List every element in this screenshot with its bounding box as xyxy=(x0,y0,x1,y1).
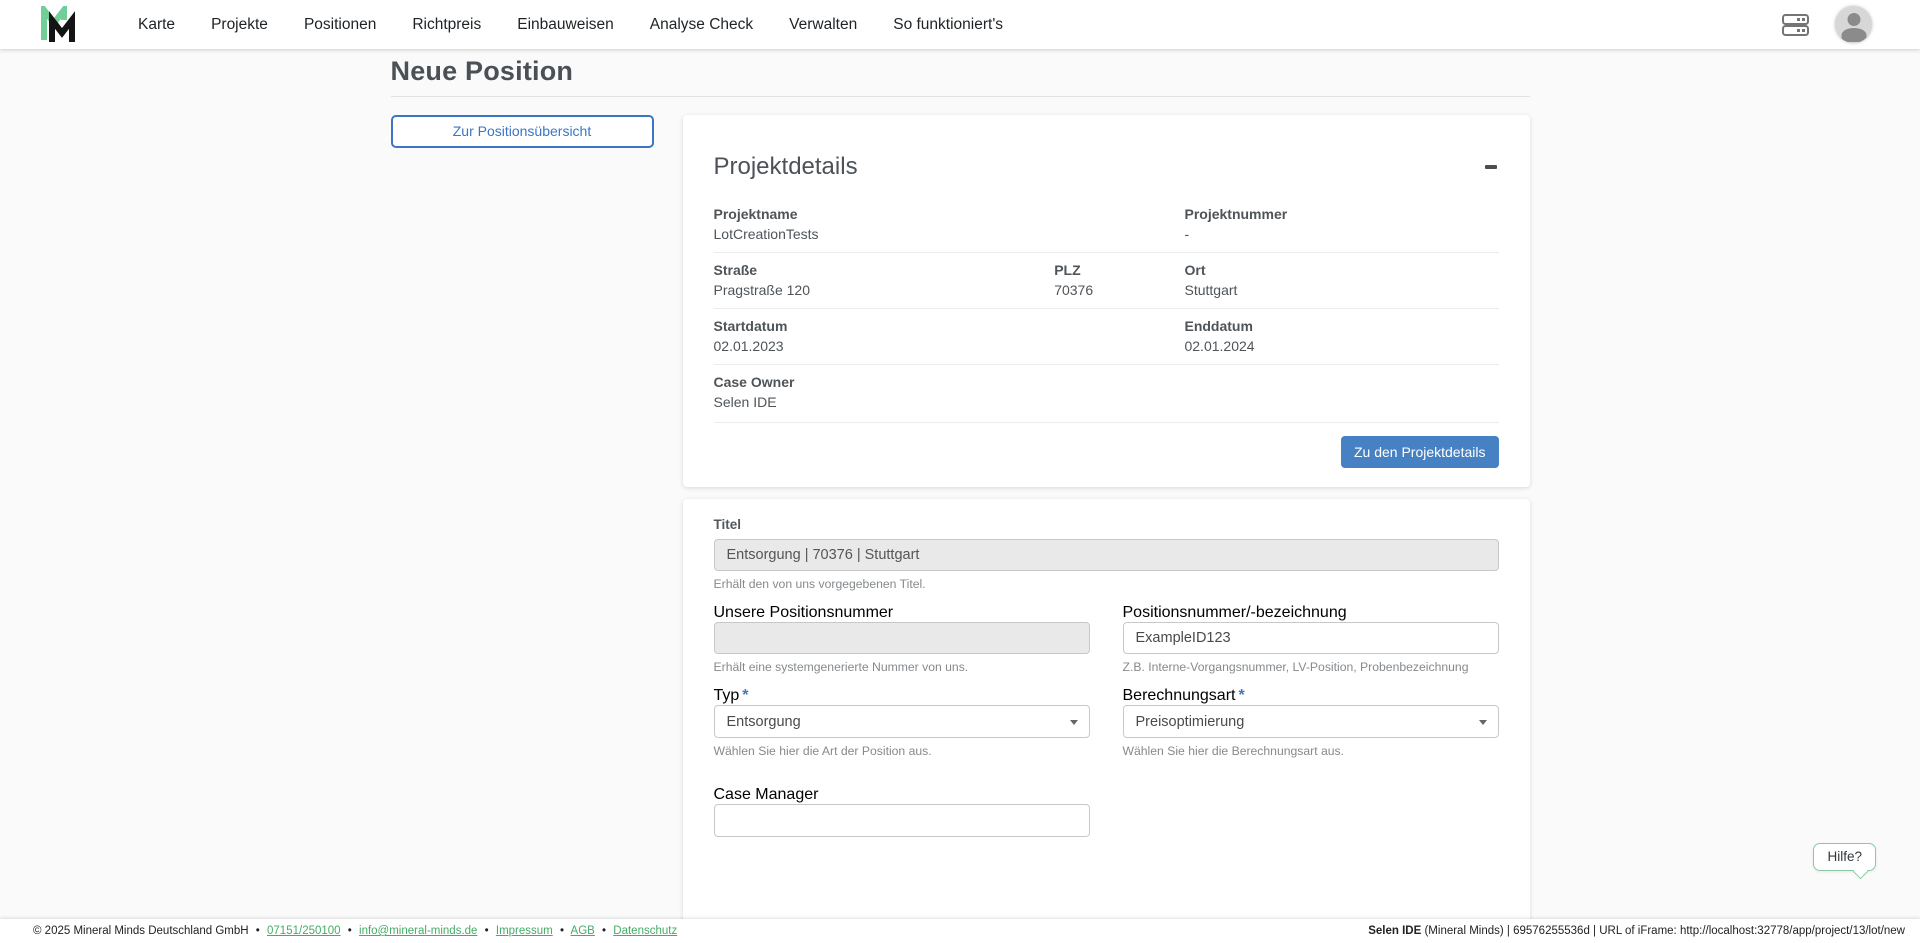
go-to-project-details-button[interactable]: Zu den Projektdetails xyxy=(1341,436,1499,468)
collapse-card-button[interactable] xyxy=(1483,159,1499,175)
project-row-dates: Startdatum 02.01.2023 Enddatum 02.01.202… xyxy=(714,308,1499,364)
startdatum-value: 02.01.2023 xyxy=(714,338,1185,354)
footer-link-datenschutz[interactable]: Datenschutz xyxy=(613,925,677,937)
back-to-positions-button[interactable]: Zur Positionsübersicht xyxy=(391,115,654,148)
required-asterisk: * xyxy=(1238,687,1244,704)
projektnummer-value: - xyxy=(1184,226,1498,242)
titel-field-group: Titel Erhält den von uns vorgegebenen Ti… xyxy=(714,517,1499,591)
case-owner-value: Selen IDE xyxy=(714,394,1499,410)
session-user: Selen IDE xyxy=(1368,925,1421,937)
plz-label: PLZ xyxy=(1054,262,1184,278)
page-title: Neue Position xyxy=(391,56,1530,97)
footer-link-impressum[interactable]: Impressum xyxy=(496,925,553,937)
startdatum-label: Startdatum xyxy=(714,318,1185,334)
footer-link-phone[interactable]: 07151/250100 xyxy=(267,925,341,937)
projektname-label: Projektname xyxy=(714,206,1185,222)
nav-item-richtpreis[interactable]: Richtpreis xyxy=(412,16,481,34)
typ-group: Typ* Entsorgung Wählen Sie hier die Art … xyxy=(714,687,1090,771)
footer-link-agb[interactable]: AGB xyxy=(571,925,595,937)
position-number-group: Positionsnummer/-bezeichnung Z.B. Intern… xyxy=(1123,604,1499,687)
minus-icon xyxy=(1485,165,1497,169)
typ-select[interactable]: Entsorgung xyxy=(714,705,1090,738)
ort-value: Stuttgart xyxy=(1184,282,1498,298)
strasse-value: Pragstraße 120 xyxy=(714,282,1055,298)
new-position-form-card: Titel Erhält den von uns vorgegebenen Ti… xyxy=(683,499,1530,939)
project-row-address: Straße Pragstraße 120 PLZ 70376 Ort Stut… xyxy=(714,252,1499,308)
berechnungsart-help: Wählen Sie hier die Berechnungsart aus. xyxy=(1123,744,1499,758)
case-manager-label: Case Manager xyxy=(714,786,1090,804)
nav-item-projekte[interactable]: Projekte xyxy=(211,16,268,34)
required-asterisk: * xyxy=(742,687,748,704)
project-details-title: Projektdetails xyxy=(714,153,858,181)
server-stack-icon[interactable] xyxy=(1782,14,1809,36)
nav-item-so-funktionierts[interactable]: So funktioniert's xyxy=(893,16,1003,34)
copyright-text: © 2025 Mineral Minds Deutschland GmbH xyxy=(33,925,249,937)
field-strasse: Straße Pragstraße 120 xyxy=(714,262,1055,298)
enddatum-label: Enddatum xyxy=(1184,318,1498,334)
titel-label: Titel xyxy=(714,517,1499,532)
berechnungsart-group: Berechnungsart* Preisoptimierung Wählen … xyxy=(1123,687,1499,771)
strasse-label: Straße xyxy=(714,262,1055,278)
typ-selected-value: Entsorgung xyxy=(727,714,801,730)
project-details-card: Projektdetails Projektname LotCreationTe… xyxy=(683,115,1530,487)
case-manager-select[interactable] xyxy=(714,804,1090,837)
caret-down-icon xyxy=(1479,720,1487,725)
typ-label: Typ* xyxy=(714,687,1090,705)
main-nav: Karte Projekte Positionen Richtpreis Ein… xyxy=(138,16,1003,34)
main-content: Neue Position Zur Positionsübersicht Pro… xyxy=(391,0,1530,939)
caret-down-icon xyxy=(1070,720,1078,725)
footer-session-info: Selen IDE (Mineral Minds) | 69576255536d… xyxy=(1368,925,1905,937)
nav-item-analyse-check[interactable]: Analyse Check xyxy=(650,16,753,34)
help-button[interactable]: Hilfe? xyxy=(1813,843,1876,871)
berechnungsart-selected-value: Preisoptimierung xyxy=(1136,714,1245,730)
mineral-minds-logo-icon[interactable] xyxy=(40,6,80,44)
ort-label: Ort xyxy=(1184,262,1498,278)
position-number-label: Positionsnummer/-bezeichnung xyxy=(1123,604,1499,622)
project-row-name-number: Projektname LotCreationTests Projektnumm… xyxy=(714,197,1499,252)
field-case-owner: Case Owner Selen IDE xyxy=(714,374,1499,410)
our-position-number-label: Unsere Positionsnummer xyxy=(714,604,1090,622)
enddatum-value: 02.01.2024 xyxy=(1184,338,1498,354)
session-details: (Mineral Minds) | 69576255536d | URL of … xyxy=(1421,925,1905,937)
position-number-help: Z.B. Interne-Vorgangsnummer, LV-Position… xyxy=(1123,660,1499,674)
titel-input xyxy=(714,539,1499,571)
our-position-number-group: Unsere Positionsnummer Erhält eine syste… xyxy=(714,604,1090,687)
typ-help: Wählen Sie hier die Art der Position aus… xyxy=(714,744,1090,758)
field-projektnummer: Projektnummer - xyxy=(1184,206,1498,242)
projektnummer-label: Projektnummer xyxy=(1184,206,1498,222)
our-position-number-help: Erhält eine systemgenerierte Nummer von … xyxy=(714,660,1090,674)
project-row-owner: Case Owner Selen IDE xyxy=(714,364,1499,420)
projektname-value: LotCreationTests xyxy=(714,226,1185,242)
footer-link-email[interactable]: info@mineral-minds.de xyxy=(359,925,477,937)
case-manager-group: Case Manager xyxy=(714,786,1090,837)
field-startdatum: Startdatum 02.01.2023 xyxy=(714,318,1185,354)
case-owner-label: Case Owner xyxy=(714,374,1499,390)
field-projektname: Projektname LotCreationTests xyxy=(714,206,1185,242)
field-ort: Ort Stuttgart xyxy=(1184,262,1498,298)
berechnungsart-label: Berechnungsart* xyxy=(1123,687,1499,705)
nav-item-einbauweisen[interactable]: Einbauweisen xyxy=(517,16,614,34)
berechnungsart-select[interactable]: Preisoptimierung xyxy=(1123,705,1499,738)
plz-value: 70376 xyxy=(1054,282,1184,298)
user-avatar-icon[interactable] xyxy=(1835,6,1872,43)
titel-help-text: Erhält den von uns vorgegebenen Titel. xyxy=(714,577,1499,591)
position-number-input[interactable] xyxy=(1123,622,1499,654)
field-plz: PLZ 70376 xyxy=(1054,262,1184,298)
nav-item-positionen[interactable]: Positionen xyxy=(304,16,376,34)
nav-item-verwalten[interactable]: Verwalten xyxy=(789,16,857,34)
our-position-number-input xyxy=(714,622,1090,654)
footer-left: © 2025 Mineral Minds Deutschland GmbH • … xyxy=(33,925,677,937)
footer-bar: © 2025 Mineral Minds Deutschland GmbH • … xyxy=(0,919,1920,943)
top-navbar: Karte Projekte Positionen Richtpreis Ein… xyxy=(0,0,1920,49)
nav-item-karte[interactable]: Karte xyxy=(138,16,175,34)
field-enddatum: Enddatum 02.01.2024 xyxy=(1184,318,1498,354)
